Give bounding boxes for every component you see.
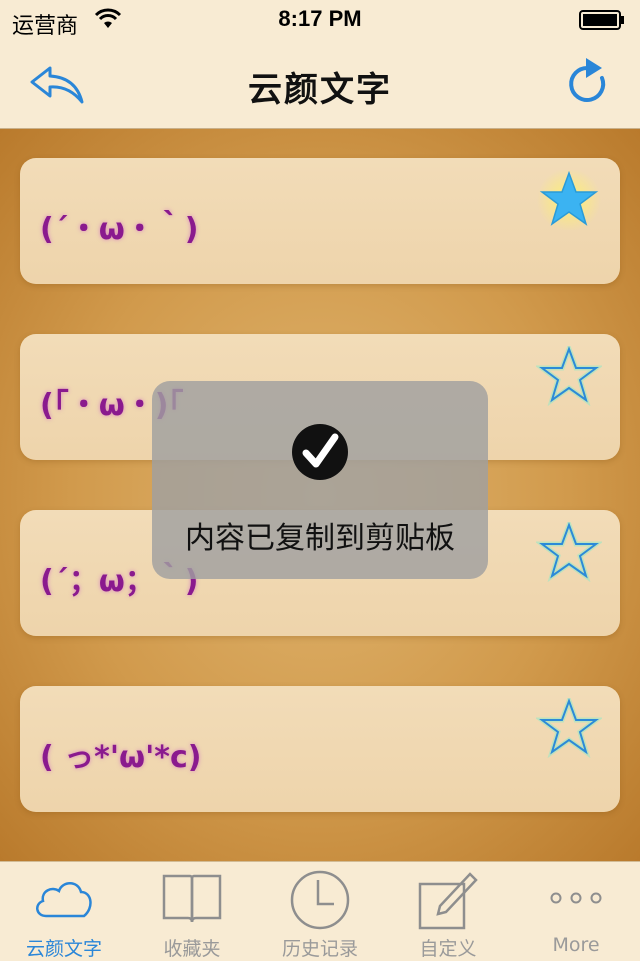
book-icon [162, 874, 222, 923]
status-time: 8:17 PM [278, 6, 362, 31]
kaomoji-text: ( っ*'ω'*c) [40, 740, 202, 775]
refresh-icon[interactable] [566, 56, 614, 108]
navigation-bar: 云颜文字 [0, 40, 640, 129]
copied-toast: 内容已复制到剪贴板 [152, 381, 488, 579]
kaomoji-card[interactable]: ( っ*'ω'*c) [20, 686, 620, 812]
star-outline-icon[interactable] [536, 522, 602, 582]
tab-label: 收藏夹 [163, 938, 221, 960]
tab-history[interactable]: 历史记录 [256, 862, 384, 961]
star-outline-icon[interactable] [536, 346, 602, 406]
toast-message: 内容已复制到剪贴板 [185, 521, 455, 556]
kaomoji-card[interactable]: (´・ω・｀) [20, 158, 620, 284]
tab-label: 历史记录 [281, 938, 358, 960]
clock-icon [290, 870, 350, 930]
tab-bar: 云颜文字 收藏夹 历史记录 自定义 More [0, 861, 640, 961]
tab-custom[interactable]: 自定义 [384, 862, 512, 961]
star-filled-icon[interactable] [536, 170, 602, 230]
cloud-icon [36, 882, 92, 918]
edit-icon [418, 872, 478, 930]
tab-cloud-kaomoji[interactable]: 云颜文字 [0, 862, 128, 961]
tab-favorites[interactable]: 收藏夹 [128, 862, 256, 961]
page-title: 云颜文字 [248, 70, 392, 110]
tab-label: 自定义 [419, 938, 477, 960]
checkmark-icon [292, 424, 348, 480]
status-bar: 运营商 8:17 PM [0, 0, 640, 40]
battery-icon [579, 10, 624, 30]
kaomoji-text: (´・ω・｀) [40, 212, 199, 247]
star-outline-icon[interactable] [536, 698, 602, 758]
tab-label: 云颜文字 [25, 938, 102, 960]
tab-more[interactable]: More [512, 862, 640, 961]
more-icon [550, 892, 602, 904]
tab-label: More [552, 934, 600, 956]
